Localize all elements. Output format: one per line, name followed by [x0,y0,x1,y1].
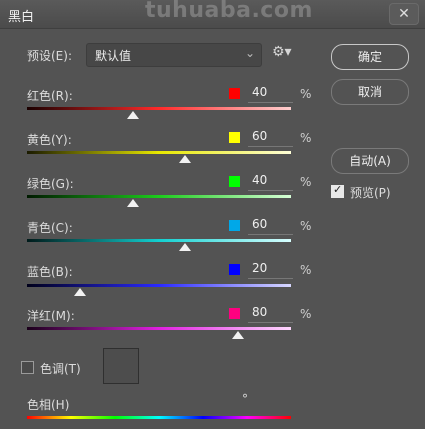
cyan-value-field[interactable]: 60 [248,217,293,235]
preset-label: 预设(E): [27,49,72,63]
ok-button[interactable]: 确定 [331,44,409,70]
red-slider-thumb[interactable] [126,111,139,119]
title-bar: 黑白 tuhuaba.com ✕ [0,0,425,29]
cyan-label: 青色(C): [27,221,73,235]
magenta-label: 洋红(M): [27,309,75,323]
yellow-slider-track[interactable] [27,151,291,154]
preset-value: 默认值 [95,49,132,63]
red-swatch [229,88,240,99]
magenta-percent: % [300,307,312,321]
magenta-value-field[interactable]: 80 [248,305,293,323]
chevron-down-icon: ⌄ [244,46,255,60]
blue-slider-track[interactable] [27,284,291,287]
close-button[interactable]: ✕ [389,3,419,25]
watermark: tuhuaba.com [145,0,313,23]
magenta-slider-thumb[interactable] [232,331,245,339]
green-slider-thumb[interactable] [126,199,139,207]
cyan-slider-thumb[interactable] [179,243,192,251]
hue-slider-track[interactable] [27,416,291,419]
auto-button[interactable]: 自动(A) [331,148,409,174]
blue-slider-thumb[interactable] [73,288,86,296]
yellow-percent: % [300,131,312,145]
yellow-swatch [229,132,240,143]
preset-dropdown[interactable]: 默认值 ⌄ [86,43,262,67]
yellow-label: 黄色(Y): [27,133,72,147]
tint-checkbox[interactable] [21,361,34,374]
tint-color-swatch[interactable] [103,348,139,384]
red-slider-track[interactable] [27,107,291,110]
hue-degree: ° [242,392,248,406]
preview-checkbox[interactable] [331,183,344,198]
yellow-slider-thumb[interactable] [179,155,192,163]
green-percent: % [300,175,312,189]
green-label: 绿色(G): [27,177,74,191]
blue-percent: % [300,263,312,277]
close-icon: ✕ [398,6,410,22]
blue-label: 蓝色(B): [27,265,73,279]
gear-icon[interactable]: ⚙▾ [272,44,292,60]
green-slider-track[interactable] [27,195,291,198]
magenta-slider-track[interactable] [27,327,291,330]
cancel-button[interactable]: 取消 [331,79,409,105]
hue-label: 色相(H) [27,398,70,412]
red-value-field[interactable]: 40 [248,85,293,103]
blue-swatch [229,264,240,275]
red-percent: % [300,87,312,101]
magenta-swatch [229,308,240,319]
green-value-field[interactable]: 40 [248,173,293,191]
yellow-value-field[interactable]: 60 [248,129,293,147]
green-swatch [229,176,240,187]
red-label: 红色(R): [27,89,73,103]
cyan-swatch [229,220,240,231]
tint-label: 色调(T) [40,362,81,376]
cyan-slider-track[interactable] [27,239,291,242]
cyan-percent: % [300,219,312,233]
window-title: 黑白 [8,10,35,25]
blue-value-field[interactable]: 20 [248,261,293,279]
preview-label: 预览(P) [350,186,391,200]
